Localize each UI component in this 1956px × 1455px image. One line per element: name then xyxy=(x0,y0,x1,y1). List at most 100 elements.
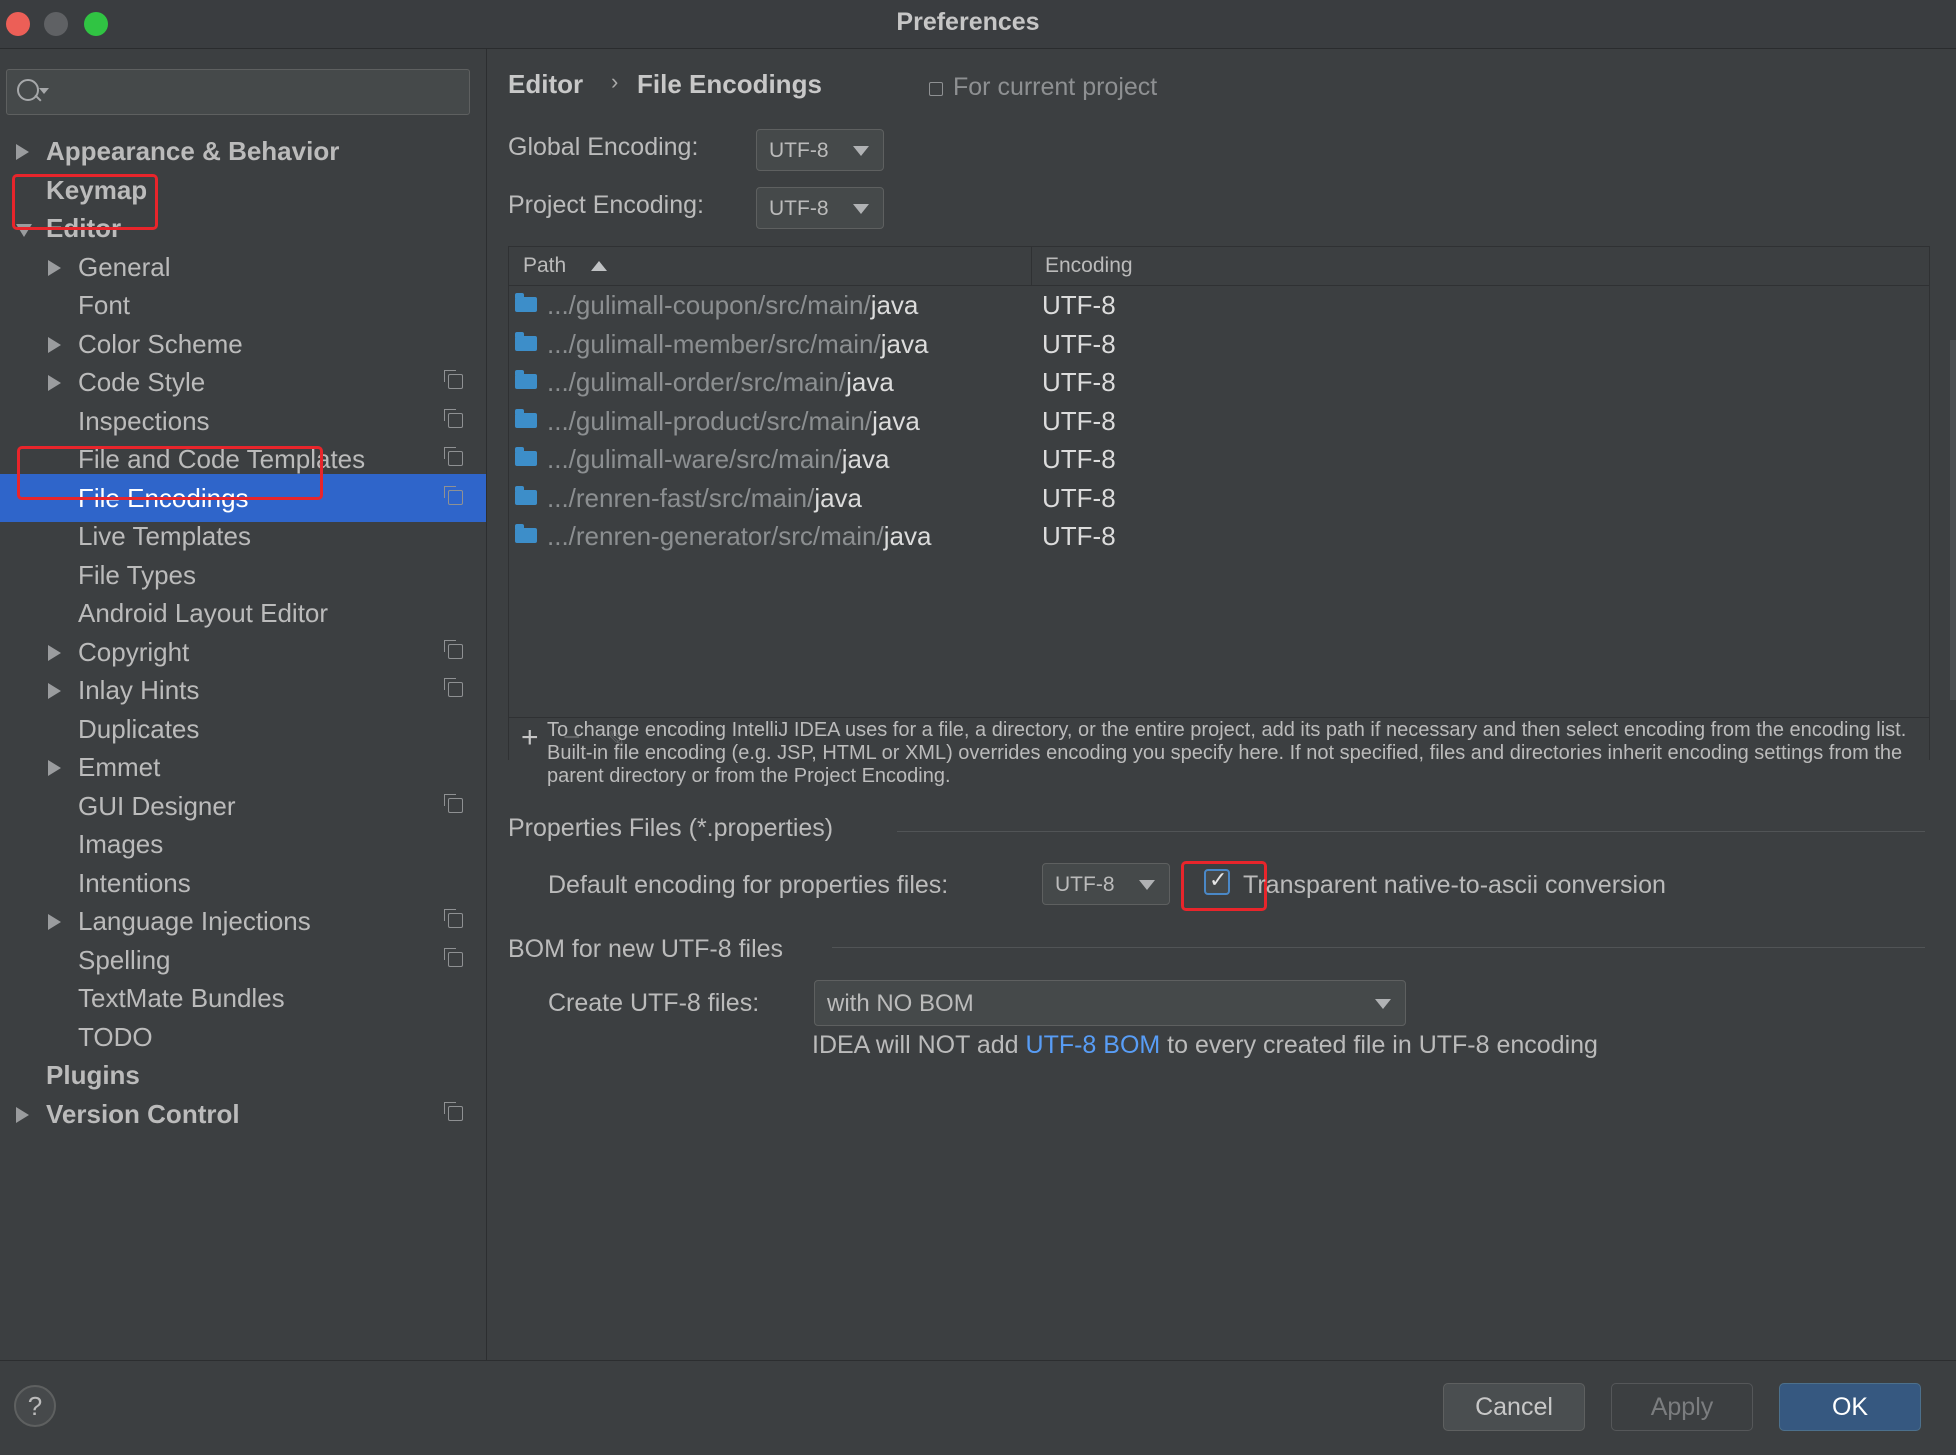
bom-section-title: BOM for new UTF-8 files xyxy=(508,935,784,963)
path-folder-name: java xyxy=(872,405,920,436)
search-history-dropdown-icon[interactable] xyxy=(39,88,49,94)
column-divider[interactable] xyxy=(1031,247,1032,285)
collapsed-arrow-icon[interactable] xyxy=(48,375,61,391)
help-button[interactable]: ? xyxy=(14,1385,56,1427)
collapsed-arrow-icon[interactable] xyxy=(48,259,61,276)
path-cell: .../gulimall-ware/src/main/java xyxy=(547,440,889,478)
chevron-down-icon xyxy=(853,146,869,156)
sidebar-item-version-control[interactable]: Version Control xyxy=(0,1090,486,1138)
chevron-down-icon xyxy=(1375,999,1391,1009)
window-title: Preferences xyxy=(896,8,1040,36)
bom-note-start: IDEA will NOT add xyxy=(812,1031,1026,1059)
highlight-file-encodings xyxy=(17,446,323,500)
project-scope-icon xyxy=(444,909,463,928)
breadcrumb-parent[interactable]: Editor xyxy=(508,69,583,100)
breadcrumb-separator: › xyxy=(611,69,619,94)
collapsed-arrow-icon[interactable] xyxy=(48,914,61,930)
folder-icon xyxy=(515,370,537,389)
encoding-column-header[interactable]: Encoding xyxy=(1045,247,1133,285)
path-cell: .../gulimall-order/src/main/java xyxy=(547,363,894,401)
search-icon xyxy=(17,79,39,101)
chevron-down-icon xyxy=(853,204,869,214)
global-encoding-select[interactable]: UTF-8 xyxy=(756,129,884,171)
project-scope-icon xyxy=(929,82,943,96)
global-encoding-label: Global Encoding: xyxy=(508,133,699,161)
encoding-cell[interactable]: UTF-8 xyxy=(1042,325,1116,363)
collapsed-arrow-icon[interactable] xyxy=(48,683,61,699)
dialog-footer: ? Cancel Apply OK xyxy=(0,1360,1956,1455)
folder-icon xyxy=(515,331,537,351)
encoding-cell[interactable]: UTF-8 xyxy=(1042,363,1116,401)
chevron-down-icon xyxy=(1139,880,1155,890)
collapsed-arrow-icon[interactable] xyxy=(16,144,29,160)
utf8-bom-link[interactable]: UTF-8 BOM xyxy=(1026,1031,1161,1059)
collapsed-arrow-icon[interactable] xyxy=(48,336,61,353)
path-column-header[interactable]: Path xyxy=(523,247,566,285)
settings-search-input[interactable] xyxy=(6,69,470,115)
collapsed-arrow-icon[interactable] xyxy=(48,760,61,776)
path-prefix: .../gulimall-ware/src/main/ xyxy=(547,444,842,474)
project-scope-icon xyxy=(444,447,463,466)
collapsed-arrow-icon[interactable] xyxy=(16,1106,29,1123)
path-prefix: .../renren-fast/src/main/ xyxy=(547,482,815,513)
table-row[interactable]: .../gulimall-product/src/main/java UTF-8 xyxy=(509,402,1929,440)
project-scope-icon xyxy=(444,1101,463,1121)
ok-button[interactable]: OK xyxy=(1779,1383,1921,1431)
path-encoding-table: Path Encoding .../gulimall-coupon/src/ma… xyxy=(508,246,1930,760)
title-bar: Preferences xyxy=(0,0,1956,49)
encoding-cell[interactable]: UTF-8 xyxy=(1042,402,1116,440)
properties-section-title: Properties Files (*.properties) xyxy=(508,814,834,842)
properties-encoding-select[interactable]: UTF-8 xyxy=(1042,863,1170,905)
project-scope-icon xyxy=(444,639,463,659)
properties-default-label: Default encoding for properties files: xyxy=(548,871,949,899)
encoding-cell[interactable]: UTF-8 xyxy=(1042,440,1116,478)
sort-ascending-icon xyxy=(591,261,607,271)
add-path-button[interactable]: + xyxy=(521,720,539,756)
folder-icon xyxy=(515,447,537,466)
path-cell: .../renren-fast/src/main/java xyxy=(547,479,862,517)
folder-icon xyxy=(515,408,537,428)
bom-option-select[interactable]: with NO BOM xyxy=(814,980,1406,1026)
project-scope-icon xyxy=(444,370,463,389)
encoding-help-text: To change encoding IntelliJ IDEA uses fo… xyxy=(547,719,1907,787)
path-prefix: .../gulimall-coupon/src/main/ xyxy=(547,290,871,320)
path-prefix: .../gulimall-member/src/main/ xyxy=(547,328,881,359)
path-folder-name: java xyxy=(883,521,932,551)
create-utf8-label: Create UTF-8 files: xyxy=(548,989,760,1017)
project-scope-icon xyxy=(444,793,463,813)
path-folder-name: java xyxy=(841,444,890,474)
native-to-ascii-label[interactable]: Transparent native-to-ascii conversion xyxy=(1243,871,1666,900)
project-scope-icon xyxy=(444,408,463,428)
path-prefix: .../gulimall-product/src/main/ xyxy=(547,405,873,436)
encoding-cell[interactable]: UTF-8 xyxy=(1042,517,1116,555)
window-edge-scrollbar[interactable] xyxy=(1950,340,1956,700)
table-row[interactable]: .../renren-fast/src/main/java UTF-8 xyxy=(509,479,1929,517)
cancel-button[interactable]: Cancel xyxy=(1443,1383,1585,1431)
encoding-cell[interactable]: UTF-8 xyxy=(1042,286,1116,324)
path-cell: .../renren-generator/src/main/java xyxy=(547,517,931,555)
project-encoding-value: UTF-8 xyxy=(769,197,829,220)
project-scope-icon xyxy=(444,678,463,697)
section-divider xyxy=(832,947,1925,948)
project-encoding-select[interactable]: UTF-8 xyxy=(756,187,884,229)
path-folder-name: java xyxy=(814,482,863,513)
path-folder-name: java xyxy=(846,367,894,397)
encoding-cell[interactable]: UTF-8 xyxy=(1042,479,1116,517)
folder-icon xyxy=(515,293,537,312)
table-row[interactable]: .../gulimall-ware/src/main/java UTF-8 xyxy=(509,440,1929,478)
highlight-editor xyxy=(12,174,158,230)
bom-note: IDEA will NOT add UTF-8 BOM to every cre… xyxy=(812,1031,1598,1060)
sidebar-item-label: Version Control xyxy=(46,1098,240,1129)
table-row[interactable]: .../gulimall-member/src/main/java UTF-8 xyxy=(509,325,1929,363)
collapsed-arrow-icon[interactable] xyxy=(48,644,61,661)
table-row[interactable]: .../renren-generator/src/main/java UTF-8 xyxy=(509,517,1929,555)
table-row[interactable]: .../gulimall-order/src/main/java UTF-8 xyxy=(509,363,1929,401)
file-encodings-panel: Editor › File Encodings For current proj… xyxy=(487,49,1956,1360)
table-header: Path Encoding xyxy=(509,247,1929,286)
project-scope-icon xyxy=(444,947,463,967)
path-cell: .../gulimall-product/src/main/java xyxy=(547,402,920,440)
section-divider xyxy=(897,831,1925,832)
properties-encoding-value: UTF-8 xyxy=(1055,873,1115,896)
table-row[interactable]: .../gulimall-coupon/src/main/java UTF-8 xyxy=(509,286,1929,324)
apply-button[interactable]: Apply xyxy=(1611,1383,1753,1431)
